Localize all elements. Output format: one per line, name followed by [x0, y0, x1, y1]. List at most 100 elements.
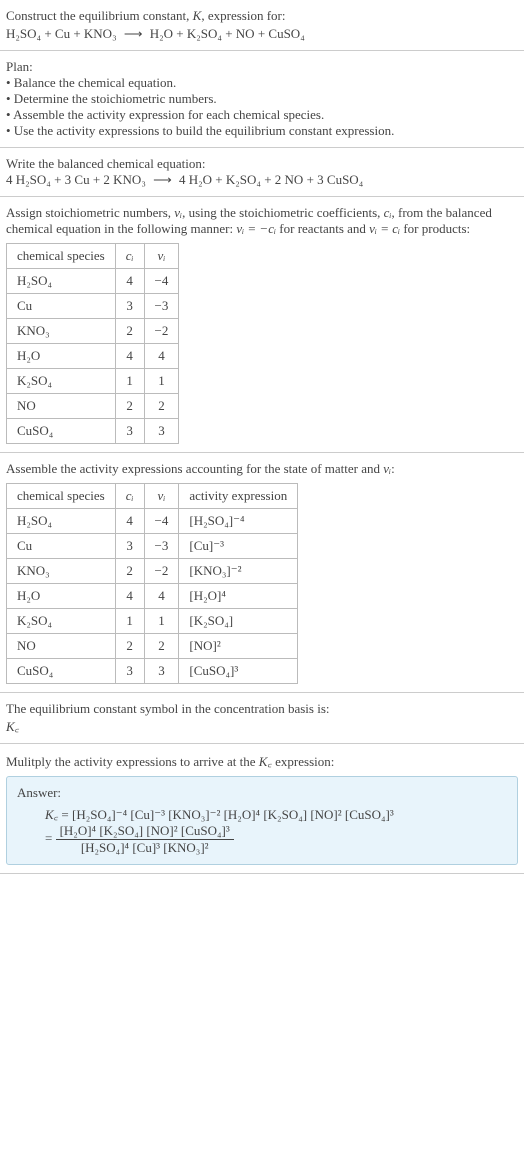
relation: νᵢ = −cᵢ	[236, 221, 276, 236]
col-species: chemical species	[7, 244, 116, 269]
cell: 3	[115, 419, 144, 444]
cell: −3	[144, 534, 179, 559]
cell: 4	[115, 584, 144, 609]
kc-symbol: K꜀	[6, 717, 518, 735]
cell: [K₂SO₄]	[179, 609, 298, 634]
text: Construct the equilibrium constant,	[6, 8, 193, 23]
cell: 2	[144, 394, 179, 419]
answer-box: Answer: K꜀ = [H₂SO₄]⁻⁴ [Cu]⁻³ [KNO₃]⁻² […	[6, 776, 518, 865]
cell: 1	[144, 609, 179, 634]
cell: NO	[7, 634, 116, 659]
eq-lhs: H₂SO₄ + Cu + KNO₃	[6, 26, 117, 41]
cell: 3	[115, 294, 144, 319]
table-row: KNO₃2−2[KNO₃]⁻²	[7, 559, 298, 584]
multiply-text: Mulitply the activity expressions to arr…	[6, 752, 518, 770]
cell: 2	[144, 634, 179, 659]
cell: 4	[115, 509, 144, 534]
cell: 1	[115, 369, 144, 394]
kc-expression-line1: K꜀ = [H₂SO₄]⁻⁴ [Cu]⁻³ [KNO₃]⁻² [H₂O]⁴ [K…	[17, 805, 507, 823]
balanced-heading: Write the balanced chemical equation:	[6, 156, 518, 172]
cell: [NO]²	[179, 634, 298, 659]
activity-table: chemical species cᵢ νᵢ activity expressi…	[6, 483, 298, 684]
section-balanced: Write the balanced chemical equation: 4 …	[0, 148, 524, 197]
table-row: NO22[NO]²	[7, 634, 298, 659]
cell: −3	[144, 294, 179, 319]
cell: H₂SO₄	[7, 509, 116, 534]
eq-lhs: 4 H₂SO₄ + 3 Cu + 2 KNO₃	[6, 172, 146, 187]
kc: K꜀	[259, 754, 272, 769]
cell: 3	[144, 419, 179, 444]
balanced-equation: 4 H₂SO₄ + 3 Cu + 2 KNO₃ ⟶ 4 H₂O + K₂SO₄ …	[6, 172, 518, 188]
cell: K₂SO₄	[7, 369, 116, 394]
col-vi: νᵢ	[144, 244, 179, 269]
table-row: H₂SO₄4−4	[7, 269, 179, 294]
text: for products:	[400, 221, 470, 236]
cell: [KNO₃]⁻²	[179, 559, 298, 584]
plan-item: • Balance the chemical equation.	[6, 75, 518, 91]
section-answer: Mulitply the activity expressions to arr…	[0, 744, 524, 874]
section-construct: Construct the equilibrium constant, K, e…	[0, 0, 524, 51]
section-kc-symbol: The equilibrium constant symbol in the c…	[0, 693, 524, 744]
text: , using the stoichiometric coefficients,	[182, 205, 384, 220]
table-row: CuSO₄33	[7, 419, 179, 444]
section-stoich: Assign stoichiometric numbers, νᵢ, using…	[0, 197, 524, 453]
text: Assemble the activity expressions accoun…	[6, 461, 383, 476]
col-species: chemical species	[7, 484, 116, 509]
col-activity: activity expression	[179, 484, 298, 509]
text: , expression for:	[201, 8, 285, 23]
cell: 4	[115, 344, 144, 369]
eq-rhs: 4 H₂O + K₂SO₄ + 2 NO + 3 CuSO₄	[179, 172, 363, 187]
cell: H₂SO₄	[7, 269, 116, 294]
cell: CuSO₄	[7, 659, 116, 684]
section-plan: Plan: • Balance the chemical equation. •…	[0, 51, 524, 148]
cell: −2	[144, 559, 179, 584]
equals: =	[45, 830, 56, 845]
col-ci: cᵢ	[115, 484, 144, 509]
table-row: Cu3−3	[7, 294, 179, 319]
var-ci: cᵢ	[384, 205, 392, 220]
cell: Cu	[7, 294, 116, 319]
cell: 3	[115, 659, 144, 684]
cell: 2	[115, 394, 144, 419]
plan-heading: Plan:	[6, 59, 518, 75]
cell: NO	[7, 394, 116, 419]
cell: Cu	[7, 534, 116, 559]
plan-item: • Use the activity expressions to build …	[6, 123, 518, 139]
eq-rhs: H₂O + K₂SO₄ + NO + CuSO₄	[150, 26, 305, 41]
plan-item: • Determine the stoichiometric numbers.	[6, 91, 518, 107]
text: Assign stoichiometric numbers,	[6, 205, 174, 220]
cell: KNO₃	[7, 319, 116, 344]
text: Mulitply the activity expressions to arr…	[6, 754, 259, 769]
table-header-row: chemical species cᵢ νᵢ activity expressi…	[7, 484, 298, 509]
cell: 1	[144, 369, 179, 394]
kc-text: The equilibrium constant symbol in the c…	[6, 701, 518, 717]
text: for reactants and	[276, 221, 369, 236]
numerator: [H₂O]⁴ [K₂SO₄] [NO]² [CuSO₄]³	[56, 823, 234, 840]
kc-expression-line2: = [H₂O]⁴ [K₂SO₄] [NO]² [CuSO₄]³ [H₂SO₄]⁴…	[17, 823, 507, 856]
table-row: H₂SO₄4−4[H₂SO₄]⁻⁴	[7, 509, 298, 534]
activity-heading: Assemble the activity expressions accoun…	[6, 461, 518, 477]
unbalanced-equation: H₂SO₄ + Cu + KNO₃ ⟶ H₂O + K₂SO₄ + NO + C…	[6, 26, 518, 42]
cell: K₂SO₄	[7, 609, 116, 634]
text: :	[391, 461, 395, 476]
cell: H₂O	[7, 344, 116, 369]
text: expression:	[272, 754, 334, 769]
table-row: H₂O44[H₂O]⁴	[7, 584, 298, 609]
construct-text: Construct the equilibrium constant, K, e…	[6, 8, 518, 24]
table-row: NO22	[7, 394, 179, 419]
cell: 1	[115, 609, 144, 634]
cell: 4	[144, 344, 179, 369]
cell: 3	[115, 534, 144, 559]
cell: 4	[144, 584, 179, 609]
stoich-table: chemical species cᵢ νᵢ H₂SO₄4−4 Cu3−3 KN…	[6, 243, 179, 444]
relation: νᵢ = cᵢ	[369, 221, 400, 236]
kc: K꜀	[45, 807, 58, 822]
cell: CuSO₄	[7, 419, 116, 444]
cell: 4	[115, 269, 144, 294]
var-vi: νᵢ	[174, 205, 182, 220]
equals: =	[58, 807, 72, 822]
arrow-icon: ⟶	[120, 26, 147, 41]
cell: −2	[144, 319, 179, 344]
cell: [Cu]⁻³	[179, 534, 298, 559]
stoich-text: Assign stoichiometric numbers, νᵢ, using…	[6, 205, 518, 237]
